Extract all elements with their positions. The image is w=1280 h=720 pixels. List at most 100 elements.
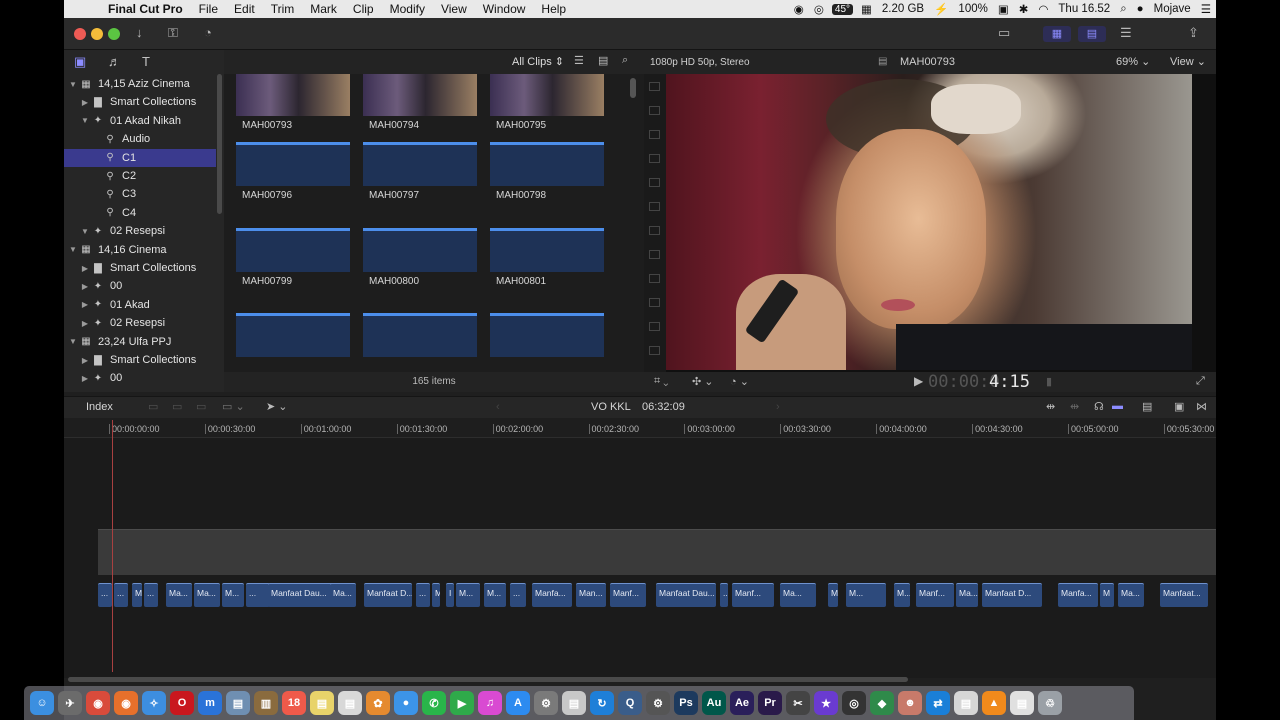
system-prefs-icon[interactable]: ⚙ [534,691,558,715]
disclosure-open-icon[interactable]: ▼ [68,245,78,254]
primary-storyline[interactable] [98,529,1216,575]
photos-icon[interactable]: ✿ [366,691,390,715]
library-item[interactable]: ⚲ C4 [64,204,216,222]
files-icon[interactable]: ▤ [1010,691,1034,715]
timeline-clip[interactable]: Ma... [1118,583,1144,607]
timeline-clip[interactable]: ... [144,583,158,607]
premiere-icon[interactable]: Pr [758,691,782,715]
menu-mark[interactable]: Mark [302,2,345,16]
overwrite-clip-icon[interactable]: ▭ [196,400,206,413]
disclosure-open-icon[interactable]: ▼ [68,337,78,346]
search-icon[interactable]: ⌕ [622,54,628,67]
menu-window[interactable]: Window [475,2,534,16]
timeline-clip[interactable]: Manfaat... [1160,583,1208,607]
browser-clip[interactable]: MAH00796 [236,142,350,201]
photoshop-icon[interactable]: Ps [674,691,698,715]
clip-thumbnail[interactable] [363,142,477,186]
menu-file[interactable]: File [191,2,226,16]
davinci-icon[interactable]: ◎ [842,691,866,715]
viewer-view-dropdown[interactable]: View ⌄ [1170,55,1206,68]
timeline-clip[interactable]: M... [846,583,886,607]
memory-usage[interactable]: 2.20 GB [877,3,929,15]
appstore-icon[interactable]: A [506,691,530,715]
quicktime-icon[interactable]: Q [618,691,642,715]
audition-icon[interactable]: Au [702,691,726,715]
timeline-clip[interactable]: Ma... [330,583,356,607]
timeline-clip[interactable]: M... [456,583,480,607]
timeline-clip[interactable]: Manfaat D... [982,583,1042,607]
display-icon[interactable]: ▣ [993,2,1014,16]
user-avatar-icon[interactable]: ● [1132,3,1149,15]
motion-icon[interactable]: ◆ [870,691,894,715]
inspector-toggle-icon[interactable]: ☰ [1120,25,1132,41]
disclosure-closed-icon[interactable]: ▶ [80,319,90,328]
insert-clip-icon[interactable]: ▭ [172,400,182,413]
teamviewer-icon[interactable]: ⇄ [926,691,950,715]
doc-icon[interactable]: ▤ [954,691,978,715]
browser-clip[interactable]: MAH00798 [490,142,604,201]
bluetooth-icon[interactable]: ✱ [1014,2,1034,16]
eye-icon[interactable]: ◎ [809,2,829,16]
menu-view[interactable]: View [433,2,475,16]
fullscreen-icon[interactable]: ⤢ [1196,375,1205,388]
maxthon-icon[interactable]: m [198,691,222,715]
effects-browser-icon[interactable]: ▣ [1174,400,1184,413]
library-item[interactable]: ⚲ C2 [64,167,216,185]
library-item[interactable]: ▶ ✦ 00 [64,277,216,295]
timeline-clip[interactable]: Ma... [166,583,192,607]
timeline-clip[interactable]: Ma... [780,583,816,607]
timeline-index-button[interactable]: Index [86,401,113,413]
timeline-clip[interactable]: Manfaat Dau... [656,583,716,607]
timeline-clip[interactable]: ... [416,583,430,607]
keywords-icon[interactable]: ⚿ [168,25,178,41]
clock[interactable]: Thu 16.52 [1053,3,1115,15]
disclosure-closed-icon[interactable]: ▶ [80,282,90,291]
clip-thumbnail[interactable] [236,313,350,357]
disclosure-closed-icon[interactable]: ▶ [80,356,90,365]
append-clip-icon[interactable]: ▭ [148,400,158,413]
clip-thumbnail[interactable] [236,227,350,272]
clip-thumbnail[interactable] [490,74,604,116]
timeline-clip[interactable]: M [1100,583,1114,607]
menu-modify[interactable]: Modify [382,2,433,16]
clip-thumbnail[interactable] [363,227,477,272]
library-item[interactable]: ▶ ▇ Smart Collections [64,259,216,277]
edit-mode-icon[interactable]: ▭ ⌄ [222,400,245,413]
timeline-clip[interactable]: Manfa... [1058,583,1098,607]
browser-toggle-button[interactable]: ▦ [1043,26,1071,42]
menu-trim[interactable]: Trim [263,2,303,16]
timeline-back-icon[interactable]: ‹ [496,401,500,413]
skimming-icon[interactable]: ⇹ [1046,400,1055,413]
solo-icon[interactable]: ☊ [1094,400,1104,413]
share-icon[interactable]: ⇪ [1188,25,1199,41]
library-item[interactable]: ▼ ▦ 14,15 Aziz Cinema [64,75,216,93]
notification-center-icon[interactable]: ☰ [1196,2,1216,16]
clip-filter-dropdown[interactable]: All Clips ⇕ [512,55,564,68]
timeline-clip[interactable]: Man... [576,583,606,607]
timeline-clip[interactable]: ... [114,583,128,607]
timeline-toggle-button[interactable]: ▤ [1078,26,1106,42]
clip-appearance-icon[interactable]: ▤ [598,54,608,67]
calendar-icon[interactable]: 18 [282,691,306,715]
browser-clip[interactable] [490,313,604,361]
clip-thumbnail[interactable] [363,313,477,357]
disclosure-open-icon[interactable]: ▼ [80,116,90,125]
timeline-clip[interactable]: Manf... [610,583,646,607]
timeline-clip[interactable]: M... [222,583,244,607]
menu-help[interactable]: Help [533,2,574,16]
timeline-clip[interactable]: M... [484,583,506,607]
play-button[interactable]: ▶ [914,374,923,388]
library-item[interactable]: ▼ ✦ 01 Akad Nikah [64,112,216,130]
browser-clip[interactable]: MAH00797 [363,142,477,201]
titles-generators-icon[interactable]: T [142,54,150,69]
disclosure-closed-icon[interactable]: ▶ [80,374,90,383]
disclosure-closed-icon[interactable]: ▶ [80,98,90,107]
browser-clip[interactable]: MAH00795 [490,74,604,131]
finalcut-icon[interactable]: ✂ [786,691,810,715]
clip-thumbnail[interactable] [236,142,350,186]
zoom-window-button[interactable] [108,28,120,40]
clip-thumbnail[interactable] [490,227,604,272]
clip-appearance-timeline-icon[interactable]: ▤ [1142,400,1152,413]
sync-icon[interactable]: ↻ [590,691,614,715]
library-item[interactable]: ⚲ C1 [64,148,216,167]
